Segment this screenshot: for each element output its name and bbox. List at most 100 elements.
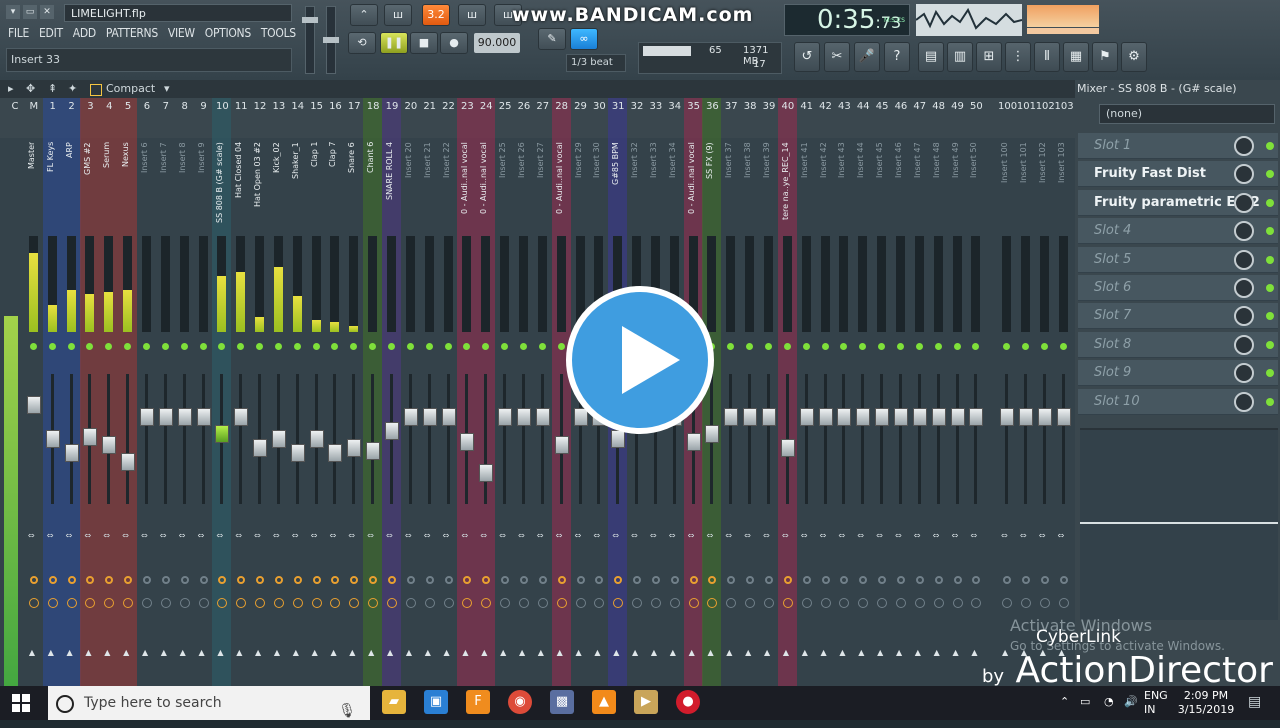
record-arm-icon[interactable] bbox=[388, 576, 396, 584]
cut-icon[interactable]: ✂ bbox=[824, 42, 850, 72]
mute-toggle[interactable] bbox=[802, 343, 810, 350]
stereo-separation-icon[interactable]: ⇔ bbox=[311, 531, 318, 540]
record-arm-icon[interactable] bbox=[199, 576, 208, 584]
menu-view[interactable]: VIEW bbox=[168, 26, 195, 40]
strip-number[interactable]: 12 bbox=[251, 101, 269, 112]
volume-fader[interactable] bbox=[196, 408, 211, 426]
mixer-strip[interactable]: Serum ⇔ ▲ bbox=[100, 138, 117, 686]
strip-number[interactable]: 50 bbox=[967, 101, 985, 112]
brush-icon[interactable]: ✎ bbox=[538, 28, 566, 50]
stereo-separation-icon[interactable]: ⇔ bbox=[179, 531, 186, 540]
mixer-strip[interactable]: Insert 100 ⇔ ▲ bbox=[998, 138, 1015, 686]
pan-knob[interactable] bbox=[632, 598, 643, 608]
strip-number[interactable]: 39 bbox=[760, 101, 778, 112]
volume-fader[interactable] bbox=[856, 408, 871, 426]
volume-fader[interactable] bbox=[875, 408, 890, 426]
menu-add[interactable]: ADD bbox=[73, 26, 96, 40]
stereo-separation-icon[interactable]: ⇔ bbox=[198, 531, 205, 540]
stereo-separation-icon[interactable]: ⇔ bbox=[688, 531, 695, 540]
route-arrow-icon[interactable]: ▲ bbox=[896, 648, 902, 657]
menu-icon[interactable]: ▾ bbox=[6, 5, 20, 19]
stereo-separation-icon[interactable]: ⇔ bbox=[725, 531, 732, 540]
plugin-picker-icon[interactable]: ⚙ bbox=[1121, 42, 1147, 72]
stereo-separation-icon[interactable]: ⇔ bbox=[914, 531, 921, 540]
volume-fader[interactable] bbox=[498, 408, 513, 426]
record-arm-icon[interactable] bbox=[86, 576, 95, 584]
strip-number[interactable]: C bbox=[6, 101, 24, 112]
slot-enable-led[interactable] bbox=[1266, 198, 1274, 207]
strip-number[interactable]: 4 bbox=[100, 101, 118, 112]
pin-icon[interactable]: ⇞ bbox=[48, 80, 57, 98]
mixer-strip[interactable]: Insert 45 ⇔ ▲ bbox=[873, 138, 890, 686]
record-arm-icon[interactable] bbox=[783, 576, 792, 584]
stereo-separation-icon[interactable]: ⇔ bbox=[744, 531, 751, 540]
record-arm-icon[interactable] bbox=[274, 576, 283, 584]
mixer-strip[interactable]: Insert 22 ⇔ ▲ bbox=[440, 138, 457, 686]
record-arm-icon[interactable] bbox=[633, 576, 642, 584]
route-arrow-icon[interactable]: ▲ bbox=[255, 648, 261, 657]
slot-enable-led[interactable] bbox=[1266, 340, 1274, 349]
strip-number[interactable]: 40 bbox=[779, 101, 797, 112]
stereo-separation-icon[interactable]: ⇔ bbox=[650, 531, 657, 540]
mixer-strip[interactable]: Insert 27 ⇔ ▲ bbox=[534, 138, 551, 686]
pan-knob[interactable] bbox=[594, 598, 605, 608]
stereo-separation-icon[interactable]: ⇔ bbox=[706, 531, 713, 540]
stereo-separation-icon[interactable]: ⇔ bbox=[631, 531, 638, 540]
mixer-strip[interactable]: Insert 46 ⇔ ▲ bbox=[892, 138, 909, 686]
help-icon[interactable]: ? bbox=[884, 42, 910, 72]
record-arm-icon[interactable] bbox=[161, 576, 170, 584]
stereo-separation-icon[interactable]: ⇔ bbox=[424, 531, 431, 540]
mixer-strip[interactable]: Insert 25 ⇔ ▲ bbox=[496, 138, 513, 686]
volume-fader[interactable] bbox=[290, 444, 305, 463]
strip-number[interactable]: 6 bbox=[138, 101, 156, 112]
stereo-separation-icon[interactable]: ⇔ bbox=[537, 531, 544, 540]
mute-toggle[interactable] bbox=[538, 343, 546, 350]
record-arm-icon[interactable] bbox=[237, 576, 246, 584]
record-arm-icon[interactable] bbox=[746, 576, 755, 584]
mute-toggle[interactable] bbox=[142, 343, 150, 350]
mixer-strip[interactable]: Insert 26 ⇔ ▲ bbox=[515, 138, 532, 686]
mute-toggle[interactable] bbox=[86, 343, 94, 350]
mixer-strip[interactable]: Insert 44 ⇔ ▲ bbox=[854, 138, 871, 686]
record-arm-icon[interactable] bbox=[482, 576, 491, 584]
pan-knob[interactable] bbox=[236, 598, 247, 608]
pan-knob[interactable] bbox=[1020, 598, 1031, 608]
volume-fader[interactable] bbox=[441, 408, 456, 426]
mute-toggle[interactable] bbox=[67, 343, 75, 350]
route-arrow-icon[interactable]: ▲ bbox=[971, 648, 977, 657]
record-arm-icon[interactable] bbox=[953, 576, 962, 584]
pan-knob[interactable] bbox=[839, 598, 850, 608]
record-arm-icon[interactable] bbox=[840, 576, 849, 584]
record-arm-icon[interactable] bbox=[124, 576, 133, 584]
route-arrow-icon[interactable]: ▲ bbox=[67, 648, 73, 657]
snap-magnet-icon[interactable]: ∞ bbox=[570, 28, 598, 50]
stereo-separation-icon[interactable]: ⇔ bbox=[970, 531, 977, 540]
mixer-strip[interactable]: SS 808 B (G# scale) ⇔ ▲ bbox=[213, 138, 230, 686]
mute-toggle[interactable] bbox=[388, 343, 395, 350]
stereo-separation-icon[interactable]: ⇔ bbox=[254, 531, 261, 540]
slot-enable-led[interactable] bbox=[1266, 142, 1274, 150]
stereo-separation-icon[interactable]: ⇔ bbox=[216, 531, 223, 540]
effect-slot[interactable]: Slot 8 bbox=[1078, 331, 1278, 358]
mute-toggle[interactable] bbox=[124, 343, 132, 350]
mute-toggle[interactable] bbox=[727, 343, 735, 350]
route-arrow-icon[interactable]: ▲ bbox=[707, 648, 713, 657]
strip-number[interactable]: 46 bbox=[892, 101, 910, 112]
mute-toggle[interactable] bbox=[463, 343, 471, 350]
volume-fader[interactable] bbox=[705, 424, 720, 443]
record-arm-icon[interactable] bbox=[859, 576, 868, 584]
stereo-separation-icon[interactable]: ⇔ bbox=[160, 531, 167, 540]
volume-fader[interactable] bbox=[1000, 408, 1014, 426]
strip-number[interactable]: 3 bbox=[81, 101, 99, 112]
channel-rack-icon[interactable]: ⊞ bbox=[976, 42, 1002, 72]
mixer-strip[interactable]: Kick_02 ⇔ ▲ bbox=[270, 138, 287, 686]
plugin-icon[interactable]: ⚑ bbox=[1092, 42, 1118, 72]
volume-fader[interactable] bbox=[309, 430, 324, 449]
mixer-strip[interactable]: tere na..ye_REC_14 ⇔ ▲ bbox=[779, 138, 796, 686]
strip-number[interactable]: 17 bbox=[345, 101, 363, 112]
stereo-separation-icon[interactable]: ⇔ bbox=[857, 531, 864, 540]
effect-slot[interactable]: Slot 6 bbox=[1078, 275, 1278, 301]
pan-knob[interactable] bbox=[1058, 598, 1069, 608]
strip-number[interactable]: 36 bbox=[703, 101, 721, 112]
slot-enable-led[interactable] bbox=[1266, 284, 1274, 292]
